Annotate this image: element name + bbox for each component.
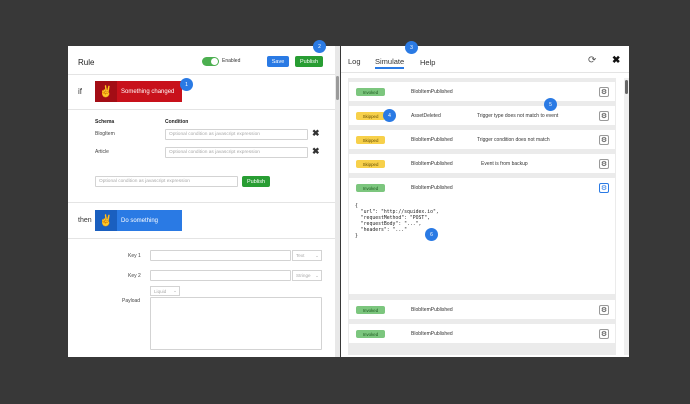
tab-help[interactable]: Help	[420, 58, 435, 70]
json-line: }	[355, 234, 358, 239]
json-line: "url": "http://squidex.io",	[355, 210, 439, 215]
gear-icon[interactable]: ⚙	[599, 135, 609, 145]
schema-header: Schema	[95, 119, 115, 125]
gear-icon[interactable]: ⚙	[599, 159, 609, 169]
publish-button[interactable]: Publish	[295, 56, 323, 67]
new-condition-input[interactable]: Optional condition as javascript express…	[95, 176, 238, 187]
rule-title: Rule	[78, 58, 95, 67]
divider	[341, 72, 629, 73]
right-scrollbar[interactable]	[624, 78, 629, 355]
event-payload: { "url": "http://squidex.io", "requestMe…	[349, 197, 615, 294]
badge-1: 1	[180, 78, 193, 91]
chevron-down-icon: ⌄	[315, 252, 319, 258]
remove-icon[interactable]: ✖	[312, 128, 320, 139]
gear-icon[interactable]: ⚙	[599, 87, 609, 97]
event-name: BlobItemPublished	[411, 331, 453, 337]
json-line: "requestMethod": "POST",	[355, 216, 431, 221]
event-name: BlobItemPublished	[411, 307, 453, 313]
divider	[68, 109, 335, 110]
event-row[interactable]: Skipped BlobItemPublished Trigger condit…	[349, 130, 615, 149]
schema-name: Article	[95, 149, 109, 155]
add-condition-publish-button[interactable]: Publish	[242, 176, 270, 187]
scrollbar-thumb[interactable]	[336, 76, 339, 100]
status-badge: Invoked	[356, 184, 385, 192]
event-name: AssetDeleted	[411, 113, 441, 119]
gear-icon[interactable]: ⚙	[599, 111, 609, 121]
divider	[68, 74, 335, 75]
event-reason: Trigger type does not match to event	[477, 113, 559, 119]
tab-log[interactable]: Log	[348, 57, 361, 69]
badge-4: 4	[383, 109, 396, 122]
event-row[interactable]: Skipped BlobItemPublished Event is from …	[349, 154, 615, 173]
chevron-down-icon: ⌄	[173, 288, 177, 293]
trigger-card[interactable]: ✌ Something changed	[95, 81, 182, 102]
status-badge: Skipped	[356, 112, 385, 120]
status-badge: Skipped	[356, 160, 385, 168]
event-row-expanded[interactable]: Invoked BlobItemPublished ⚙	[349, 178, 615, 197]
event-reason: Event is from backup	[481, 161, 528, 167]
trigger-label: Something changed	[121, 88, 175, 95]
event-name: BlobItemPublished	[411, 161, 453, 167]
event-reason: Trigger condition does not match	[477, 137, 550, 143]
if-label: if	[78, 87, 82, 96]
refresh-icon[interactable]: ⟳	[588, 55, 596, 66]
close-icon[interactable]: ✖	[612, 55, 620, 66]
event-row[interactable]: Invoked BlobItemPublished ⚙	[349, 324, 615, 343]
divider	[68, 202, 335, 203]
save-button[interactable]: Save	[267, 56, 289, 67]
gear-icon[interactable]: ⚙	[599, 183, 609, 193]
status-badge: Invoked	[356, 330, 385, 338]
gear-icon[interactable]: ⚙	[599, 305, 609, 315]
enabled-label: Enabled	[222, 58, 241, 64]
badge-3: 3	[405, 41, 418, 54]
event-name: BlobItemPublished	[411, 137, 453, 143]
badge-2: 2	[313, 40, 326, 53]
peace-hand-icon: ✌	[95, 81, 117, 102]
field-label: Key 1	[128, 253, 141, 259]
badge-6: 6	[425, 228, 438, 241]
event-row[interactable]: Invoked BlobItemPublished ⚙	[349, 300, 615, 319]
enabled-toggle[interactable]	[202, 57, 219, 66]
event-row[interactable]: Invoked BlobItemPublished ⚙	[349, 82, 615, 101]
gear-icon[interactable]: ⚙	[599, 329, 609, 339]
key2-input[interactable]	[150, 270, 291, 281]
status-badge: Invoked	[356, 306, 385, 314]
then-label: then	[78, 217, 92, 224]
status-badge: Skipped	[356, 136, 385, 144]
condition-input[interactable]: Optional condition as javascript express…	[165, 147, 308, 158]
condition-input[interactable]: Optional condition as javascript express…	[165, 129, 308, 140]
field-label: Key 2	[128, 273, 141, 279]
event-name: BlobItemPublished	[411, 185, 453, 191]
badge-5: 5	[544, 98, 557, 111]
json-line: "headers": "..."	[355, 228, 407, 233]
remove-icon[interactable]: ✖	[312, 146, 320, 157]
peace-hand-icon: ✌	[95, 210, 117, 231]
payload-type-select[interactable]: Liquid ⌄	[150, 286, 180, 296]
key2-type-select[interactable]: Stringe ⌄	[292, 270, 322, 281]
toggle-knob	[211, 58, 218, 65]
scrollbar-thumb[interactable]	[625, 80, 628, 94]
schema-name: BlogItem	[95, 131, 115, 137]
field-label: Payload	[122, 298, 141, 304]
divider	[68, 238, 335, 239]
chevron-down-icon: ⌄	[315, 272, 319, 278]
tab-simulate[interactable]: Simulate	[375, 57, 405, 69]
left-scrollbar[interactable]	[335, 46, 340, 357]
key1-input[interactable]	[150, 250, 291, 261]
event-name: BlobItemPublished	[411, 89, 453, 95]
json-line: {	[355, 204, 358, 209]
json-line: "requestBody": "...",	[355, 222, 422, 227]
key1-type-select[interactable]: Text ⌄	[292, 250, 322, 261]
condition-header: Condition	[165, 119, 189, 125]
action-label: Do something	[121, 217, 159, 224]
action-card[interactable]: ✌ Do something	[95, 210, 182, 231]
payload-textarea[interactable]	[150, 297, 322, 350]
status-badge: Invoked	[356, 88, 385, 96]
